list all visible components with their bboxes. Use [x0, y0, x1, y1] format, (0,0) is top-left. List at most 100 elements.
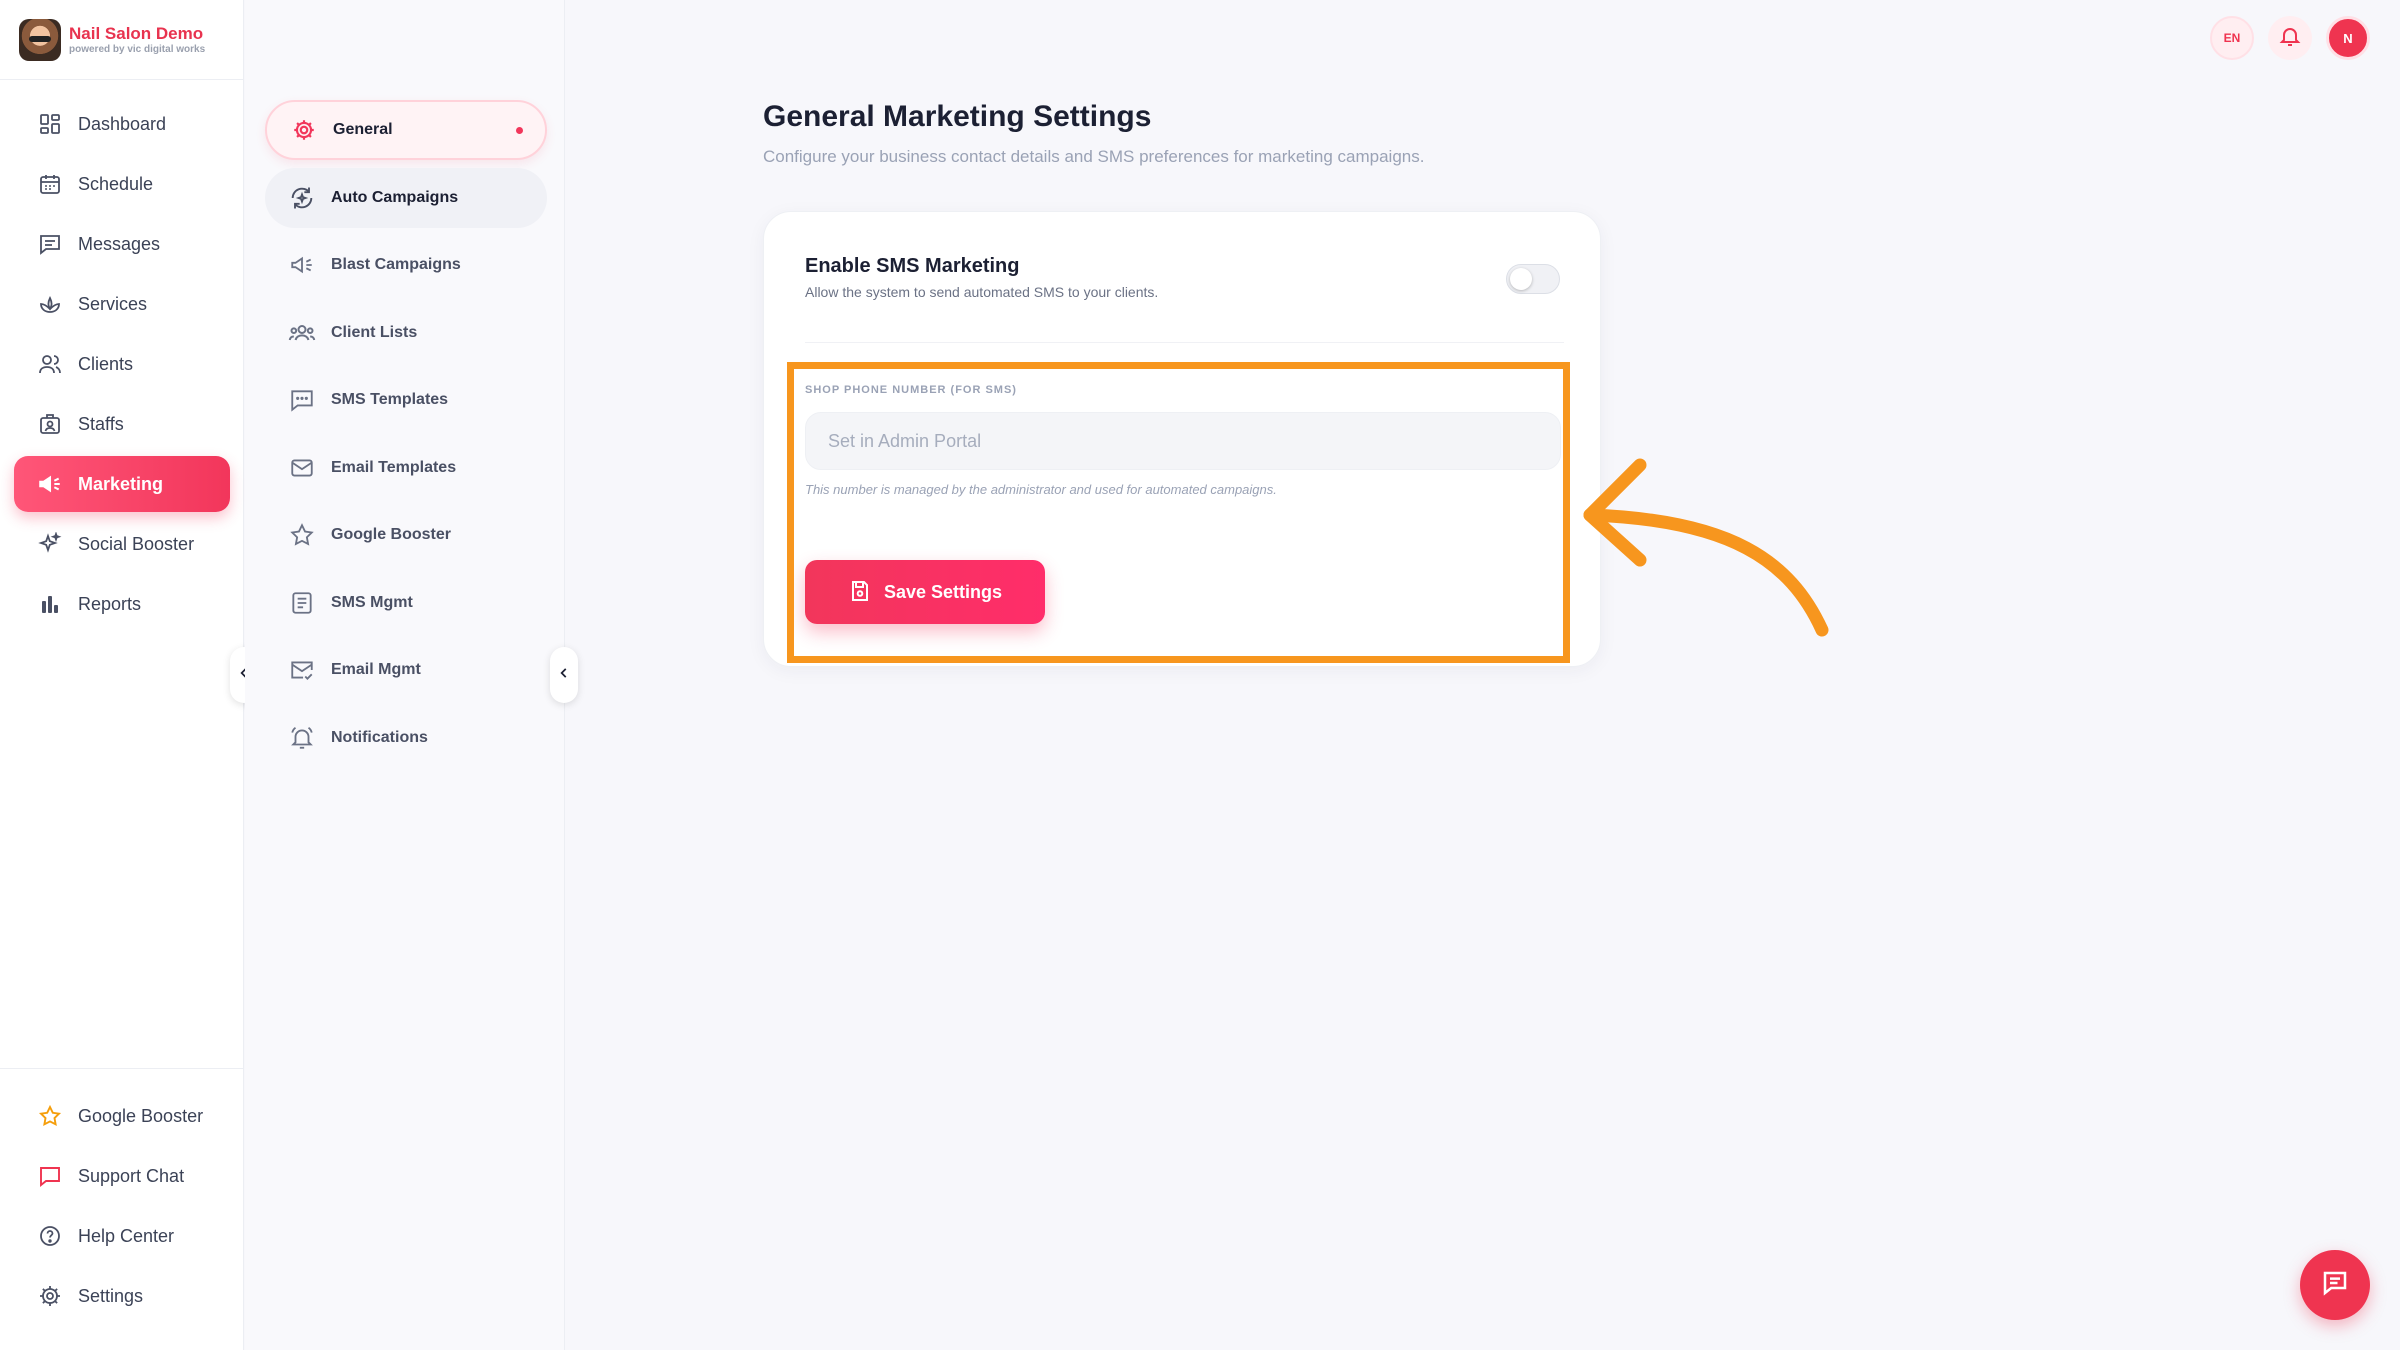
tab-client-lists[interactable]: Client Lists [265, 303, 547, 363]
shop-phone-input[interactable] [805, 412, 1561, 470]
sidebar-item-label: Support Chat [78, 1165, 185, 1186]
bell-icon [2278, 24, 2302, 53]
chat-icon [36, 1162, 64, 1190]
submenu-item-label: Client Lists [331, 323, 418, 341]
brand-name: Nail Salon Demo [69, 23, 204, 43]
submenu-nav: General Auto Campaigns Blast Campaigns C… [265, 100, 547, 775]
language-button[interactable]: EN [2210, 16, 2254, 60]
main-nav: Dashboard Schedule Messages Services Cli… [14, 96, 230, 636]
sidebar-item-label: Google Booster [78, 1105, 204, 1126]
card-divider [805, 342, 1564, 343]
tab-google-booster[interactable]: Google Booster [265, 505, 547, 565]
sidebar-item-reports[interactable]: Reports [14, 576, 230, 632]
sidebar-item-schedule[interactable]: Schedule [14, 156, 230, 212]
sidebar-item-label: Social Booster [78, 533, 195, 554]
submenu-item-label: Email Mgmt [331, 661, 421, 678]
support-chat-button[interactable] [2300, 1250, 2370, 1320]
sidebar-item-label: Clients [78, 353, 134, 374]
tab-auto-campaigns[interactable]: Auto Campaigns [265, 167, 547, 228]
gear-icon [289, 115, 319, 145]
sidebar-item-label: Help Center [78, 1225, 175, 1246]
tab-notifications[interactable]: Notifications [265, 708, 547, 768]
sidebar-item-marketing[interactable]: Marketing [14, 456, 230, 512]
calendar-icon [36, 170, 64, 198]
submenu-item-label: Email Templates [331, 458, 457, 476]
megaphone-icon [287, 250, 317, 280]
submenu-item-label: Google Booster [331, 526, 452, 543]
sidebar-item-label: Schedule [78, 173, 154, 194]
submenu-item-label: Blast Campaigns [331, 256, 461, 273]
star-icon [287, 520, 317, 550]
active-dot [516, 127, 523, 134]
tab-blast-campaigns[interactable]: Blast Campaigns [265, 235, 547, 295]
refresh-icon [287, 183, 317, 213]
sidebar-item-label: Dashboard [78, 113, 167, 134]
users-icon [36, 350, 64, 378]
page-title: General Marketing Settings [763, 100, 1152, 133]
notifications-button[interactable] [2268, 16, 2312, 60]
sidebar-item-staffs[interactable]: Staffs [14, 396, 230, 452]
submenu-item-label: Auto Campaigns [331, 188, 459, 206]
marketing-submenu: General Auto Campaigns Blast Campaigns C… [245, 0, 565, 1350]
save-settings-button[interactable]: Save Settings [805, 560, 1045, 624]
brand-logo [19, 18, 61, 61]
sidebar-item-help-center[interactable]: Help Center [14, 1208, 230, 1264]
submenu-item-label: General [333, 121, 393, 138]
sidebar-item-label: Messages [78, 233, 161, 254]
user-avatar[interactable]: N [2326, 16, 2370, 60]
sidebar-item-messages[interactable]: Messages [14, 216, 230, 272]
mail-check-icon [287, 655, 317, 685]
star-icon [36, 1102, 64, 1130]
submenu-item-label: SMS Templates [331, 391, 449, 408]
sms-marketing-toggle[interactable] [1506, 264, 1560, 294]
bottom-nav: Google Booster Support Chat Help Center … [14, 1082, 230, 1328]
brand-tagline: powered by vic digital works [69, 43, 206, 55]
sidebar-item-social-booster[interactable]: Social Booster [14, 516, 230, 572]
sidebar-item-label: Settings [78, 1285, 144, 1306]
chevron-left-icon [557, 666, 571, 685]
phone-field-note: This number is managed by the administra… [805, 482, 1277, 497]
message-icon [36, 230, 64, 258]
avatar-initial: N [2343, 30, 2353, 46]
collapse-submenu-button[interactable] [550, 647, 578, 703]
primary-sidebar: Nail Salon Demo powered by vic digital w… [0, 0, 244, 1350]
page-subtitle: Configure your business contact details … [763, 147, 1425, 166]
sidebar-item-google-booster[interactable]: Google Booster [14, 1088, 230, 1144]
mail-icon [287, 453, 317, 483]
tab-email-templates[interactable]: Email Templates [265, 438, 547, 498]
staff-icon [36, 410, 64, 438]
list-icon [287, 588, 317, 618]
sidebar-item-label: Marketing [78, 473, 164, 494]
submenu-item-label: SMS Mgmt [331, 593, 413, 611]
megaphone-icon [36, 470, 64, 498]
tab-general[interactable]: General [265, 100, 547, 160]
bell-icon [287, 723, 317, 753]
sidebar-item-label: Services [78, 293, 148, 314]
dashboard-icon [36, 110, 64, 138]
sidebar-item-settings[interactable]: Settings [14, 1268, 230, 1324]
brand[interactable]: Nail Salon Demo powered by vic digital w… [0, 0, 243, 80]
sms-marketing-title: Enable SMS Marketing [805, 255, 1020, 277]
tab-email-mgmt[interactable]: Email Mgmt [265, 640, 547, 700]
bar-chart-icon [36, 590, 64, 618]
save-icon [848, 579, 872, 606]
gear-icon [36, 1282, 64, 1310]
sidebar-divider [0, 1068, 244, 1069]
phone-field-label: SHOP PHONE NUMBER (FOR SMS) [805, 384, 1017, 396]
lotus-icon [36, 290, 64, 318]
sidebar-item-clients[interactable]: Clients [14, 336, 230, 392]
save-settings-label: Save Settings [883, 581, 1003, 602]
sidebar-item-services[interactable]: Services [14, 276, 230, 332]
settings-card: Enable SMS Marketing Allow the system to… [763, 211, 1601, 667]
sidebar-item-dashboard[interactable]: Dashboard [14, 96, 230, 152]
sidebar-item-label: Reports [78, 593, 142, 614]
sms-icon [287, 385, 317, 415]
submenu-item-label: Notifications [331, 728, 428, 746]
help-icon [36, 1222, 64, 1250]
language-label: EN [2223, 31, 2241, 45]
sidebar-item-support-chat[interactable]: Support Chat [14, 1148, 230, 1204]
tab-sms-templates[interactable]: SMS Templates [265, 370, 547, 430]
sidebar-item-label: Staffs [78, 413, 124, 434]
sms-marketing-description: Allow the system to send automated SMS t… [805, 284, 1159, 300]
tab-sms-mgmt[interactable]: SMS Mgmt [265, 573, 547, 633]
